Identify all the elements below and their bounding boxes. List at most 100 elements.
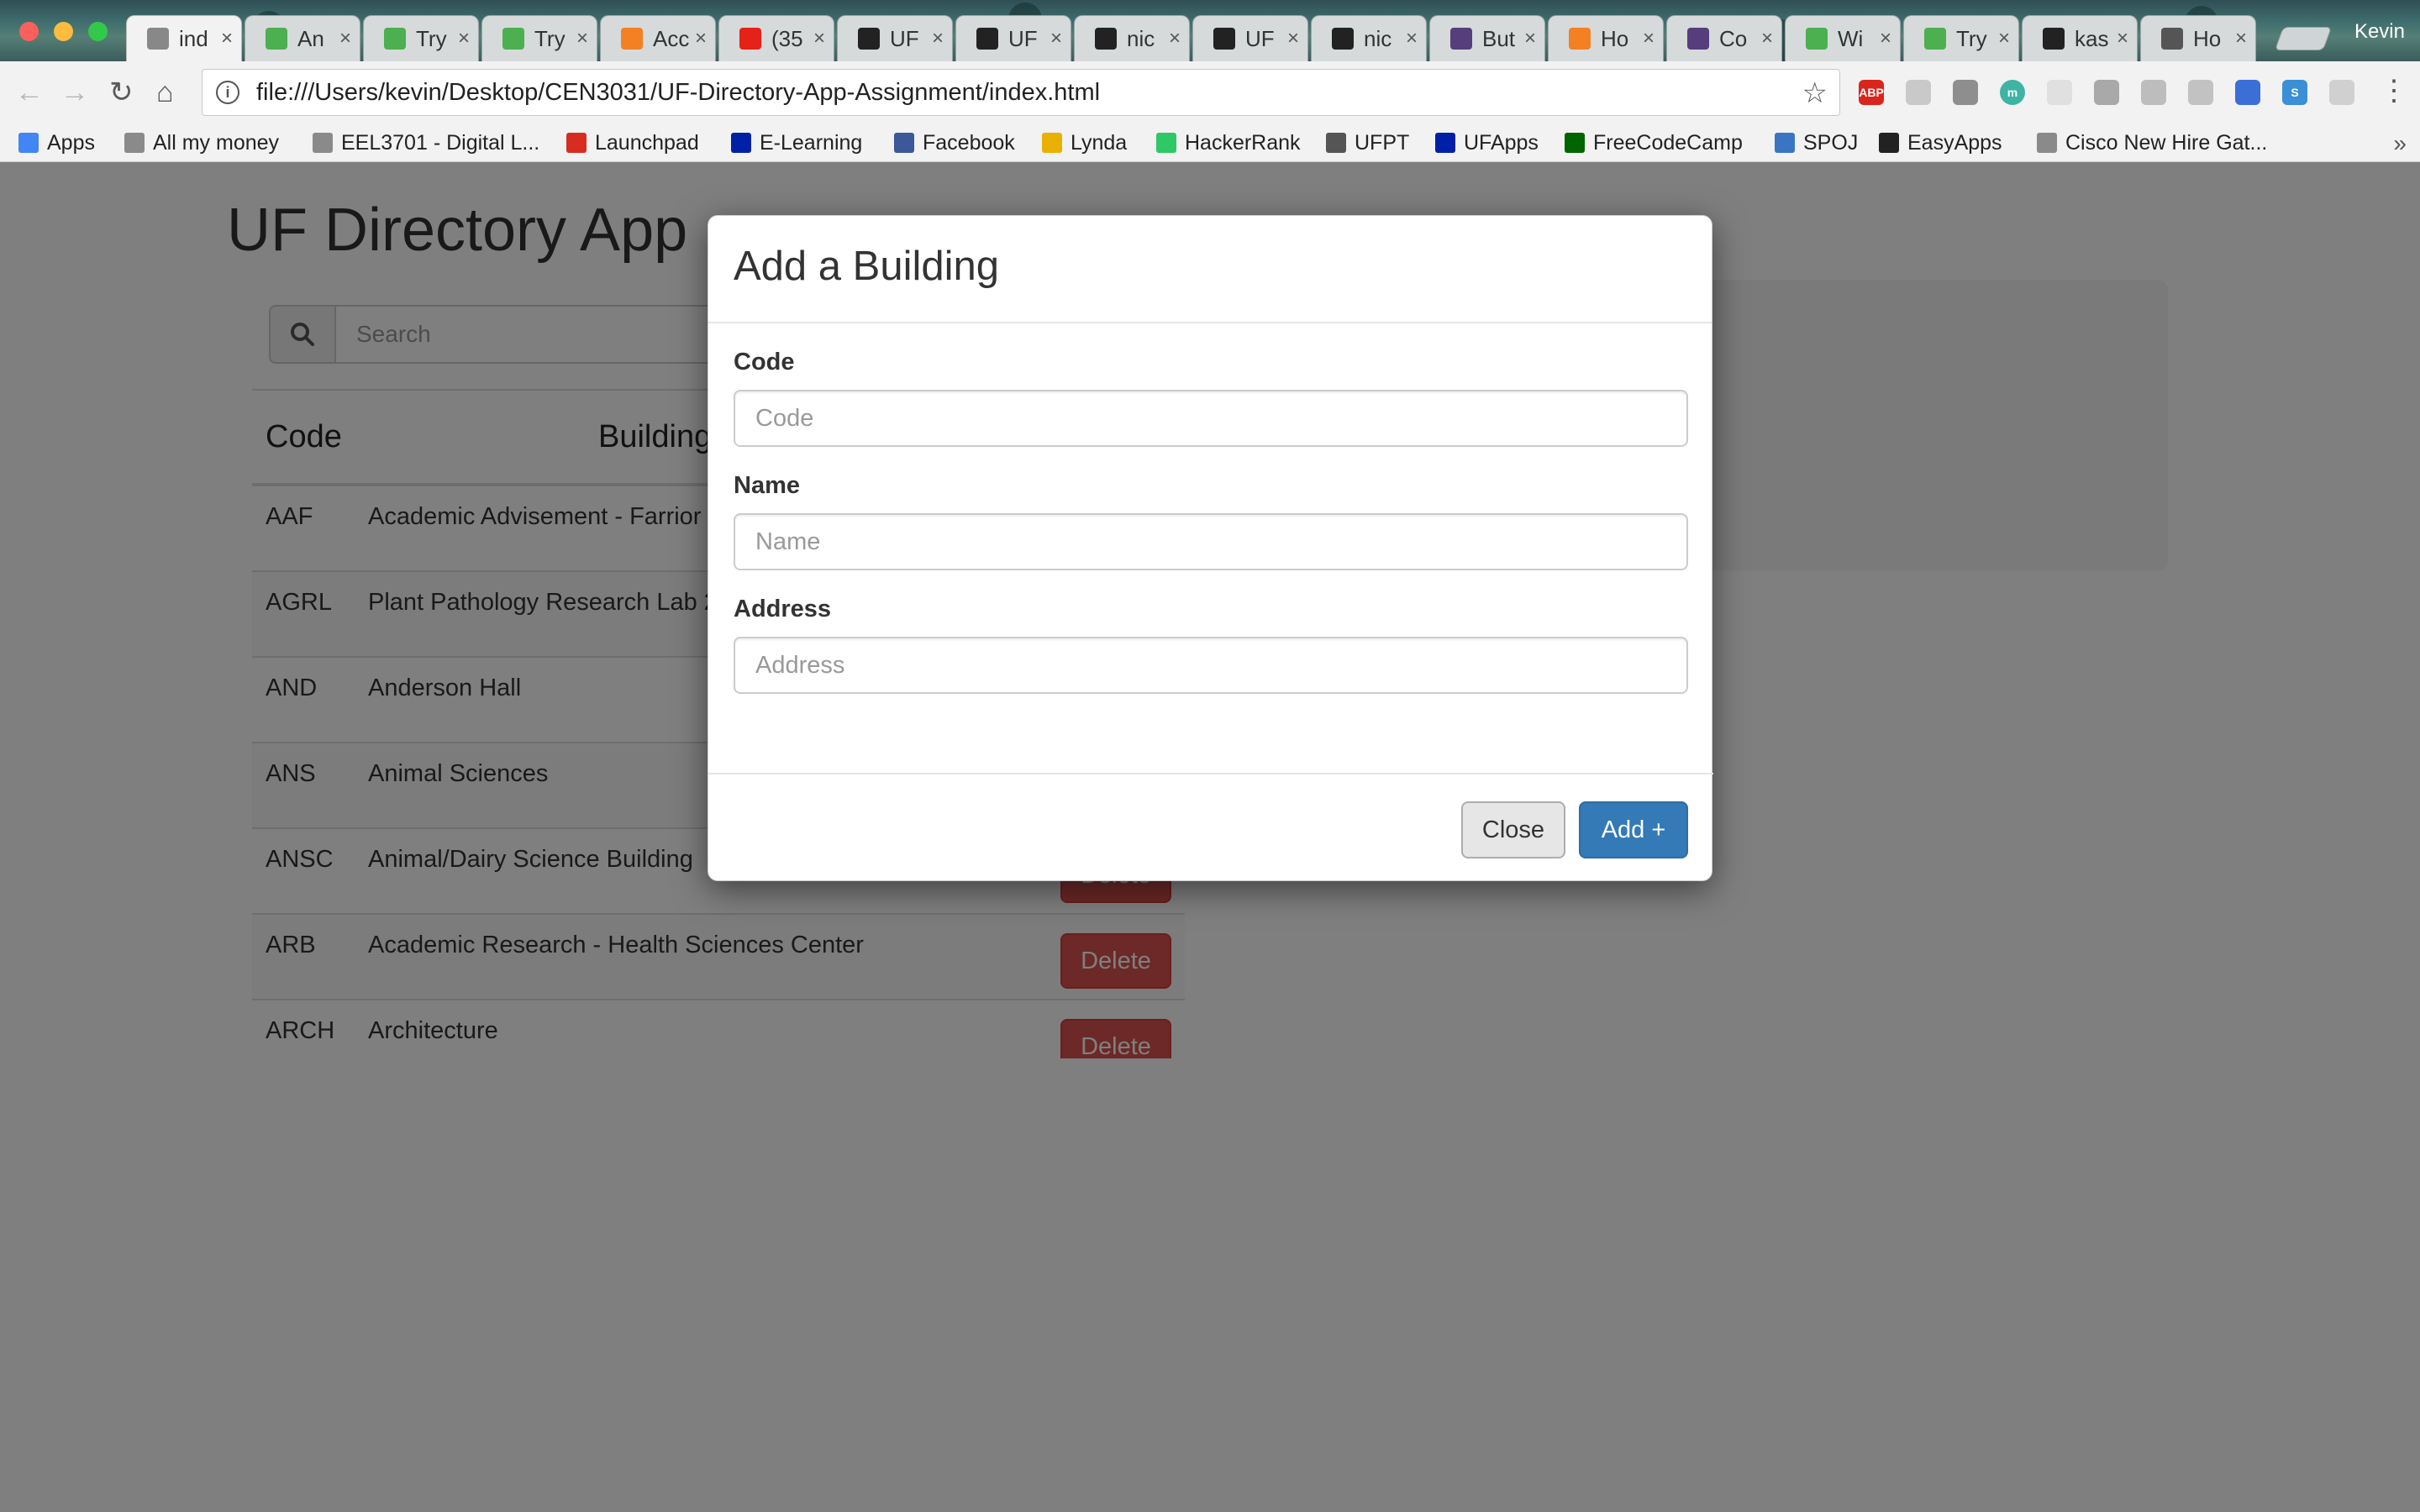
close-button[interactable]: Close <box>1461 801 1565 858</box>
window-zoom-button[interactable] <box>88 22 108 41</box>
window-minimize-button[interactable] <box>54 22 73 41</box>
tab-close-icon[interactable]: × <box>813 27 825 50</box>
extension-icon[interactable] <box>1953 80 1978 105</box>
browser-tab[interactable]: UF × <box>955 15 1071 61</box>
bookmark-item[interactable]: EEL3701 - Digital L... <box>313 129 539 157</box>
back-icon[interactable]: ← <box>15 78 44 107</box>
extension-icon[interactable] <box>1906 80 1931 105</box>
bookmark-item[interactable]: Lynda <box>1042 129 1127 157</box>
browser-tab[interactable]: Acc × <box>600 15 716 61</box>
reload-icon[interactable]: ↻ <box>109 78 134 107</box>
add-button[interactable]: Add + <box>1579 801 1688 858</box>
tab-close-icon[interactable]: × <box>221 27 233 50</box>
extension-icon[interactable]: S <box>2282 80 2307 105</box>
bookmark-item[interactable]: EasyApps <box>1879 129 2002 157</box>
code-input[interactable] <box>734 390 1688 447</box>
tab-close-icon[interactable]: × <box>1880 27 1891 50</box>
browser-menu-icon[interactable]: ⋮ <box>2380 76 2408 105</box>
tab-close-icon[interactable]: × <box>695 27 707 50</box>
bookmark-item[interactable]: FreeCodeCamp <box>1565 129 1743 157</box>
extension-icon[interactable] <box>2329 80 2354 105</box>
bookmark-item[interactable]: Facebook <box>894 129 1015 157</box>
extension-icon[interactable] <box>2141 80 2166 105</box>
browser-tab[interactable]: (35 × <box>718 15 834 61</box>
bookmark-item[interactable]: Launchpad <box>566 129 699 157</box>
tab-close-icon[interactable]: × <box>458 27 470 50</box>
bookmark-item[interactable]: Apps <box>18 129 95 157</box>
extension-icon[interactable] <box>2188 80 2213 105</box>
tab-title: Ho <box>1601 25 1629 51</box>
name-input[interactable] <box>734 513 1688 570</box>
code-form-group: Code <box>734 349 1688 447</box>
tab-close-icon[interactable]: × <box>1287 27 1299 50</box>
browser-tab[interactable]: Ho × <box>1548 15 1664 61</box>
bookmark-item[interactable]: SPOJ <box>1775 129 1858 157</box>
bookmark-extension-icon[interactable] <box>2235 80 2260 105</box>
extension-icon[interactable] <box>2047 80 2072 105</box>
bookmarks-overflow-icon[interactable]: » <box>2393 130 2407 157</box>
tab-close-icon[interactable]: × <box>932 27 944 50</box>
tab-close-icon[interactable]: × <box>1643 27 1655 50</box>
browser-tab[interactable]: An × <box>245 15 360 61</box>
add-building-modal: Add a Building Code Name Address Close A… <box>708 215 1713 881</box>
extension-icon[interactable] <box>2094 80 2119 105</box>
url-text[interactable]: file:///Users/kevin/Desktop/CEN3031/UF-D… <box>256 79 1100 107</box>
browser-tab[interactable]: Try × <box>1903 15 2019 61</box>
tab-close-icon[interactable]: × <box>2117 27 2128 50</box>
browser-tab[interactable]: ind × <box>126 15 242 61</box>
tab-title: Try <box>534 25 566 51</box>
bookmark-label: Cisco New Hire Gat... <box>2065 130 2268 155</box>
browser-tab[interactable]: nic × <box>1311 15 1427 61</box>
tab-strip: ind × An × Try × Try × Acc × (35 × UF × UF × nic × UF × nic ×… <box>0 0 2420 61</box>
browser-tab[interactable]: Co × <box>1666 15 1782 61</box>
bookmark-item[interactable]: HackerRank <box>1156 129 1301 157</box>
page-icon <box>313 133 333 153</box>
w3schools-icon <box>502 28 524 50</box>
bookmark-label: UFApps <box>1464 130 1539 155</box>
bookmark-item[interactable]: E-Learning <box>731 129 862 157</box>
page-icon <box>2037 133 2057 153</box>
youtube-icon <box>739 28 761 50</box>
tab-close-icon[interactable]: × <box>1998 27 2010 50</box>
tab-close-icon[interactable]: × <box>1524 27 1536 50</box>
tab-close-icon[interactable]: × <box>339 27 351 50</box>
tab-close-icon[interactable]: × <box>1050 27 1062 50</box>
browser-tab[interactable]: Wi × <box>1785 15 1901 61</box>
bookmark-label: Apps <box>47 130 95 155</box>
window-close-button[interactable] <box>19 22 39 41</box>
browser-tab[interactable]: But × <box>1429 15 1545 61</box>
bookmark-item[interactable]: UFPT <box>1326 129 1409 157</box>
modal-header: Add a Building <box>708 216 1712 323</box>
tab-close-icon[interactable]: × <box>1169 27 1181 50</box>
browser-tab[interactable]: Ho × <box>2140 15 2256 61</box>
forward-icon[interactable]: → <box>60 78 89 107</box>
browser-tab[interactable]: Try × <box>481 15 597 61</box>
browser-tab[interactable]: nic × <box>1074 15 1190 61</box>
tab-close-icon[interactable]: × <box>1406 27 1418 50</box>
extension-icon[interactable]: m <box>2000 80 2025 105</box>
stackoverflow-icon <box>1569 28 1591 50</box>
info-icon[interactable]: i <box>216 81 239 104</box>
home-icon[interactable]: ⌂ <box>156 78 174 107</box>
new-tab-button[interactable] <box>2274 27 2333 50</box>
bookmark-item[interactable]: Cisco New Hire Gat... <box>2037 129 2267 157</box>
browser-tab[interactable]: UF × <box>1192 15 1308 61</box>
address-input[interactable] <box>734 637 1688 694</box>
browser-tab[interactable]: UF × <box>837 15 953 61</box>
tab-close-icon[interactable]: × <box>576 27 588 50</box>
browser-tab[interactable]: Try × <box>363 15 479 61</box>
bootstrap-icon <box>1450 28 1472 50</box>
tab-close-icon[interactable]: × <box>2235 27 2247 50</box>
bookmark-star-icon[interactable]: ☆ <box>1802 76 1828 110</box>
bookmark-item[interactable]: All my money <box>124 129 279 157</box>
address-label: Address <box>734 596 832 622</box>
bookmark-item[interactable]: UFApps <box>1435 129 1539 157</box>
address-bar[interactable]: i file:///Users/kevin/Desktop/CEN3031/UF… <box>202 69 1840 116</box>
browser-tab[interactable]: kas × <box>2022 15 2138 61</box>
adblock-icon[interactable]: ABP <box>1859 80 1884 105</box>
browser-toolbar: ← → ↻ ⌂ i file:///Users/kevin/Desktop/CE… <box>0 61 2420 123</box>
tab-close-icon[interactable]: × <box>1761 27 1773 50</box>
apple-icon <box>2161 28 2183 50</box>
bookmark-label: Launchpad <box>595 130 699 155</box>
profile-name[interactable]: Kevin <box>2354 20 2405 44</box>
